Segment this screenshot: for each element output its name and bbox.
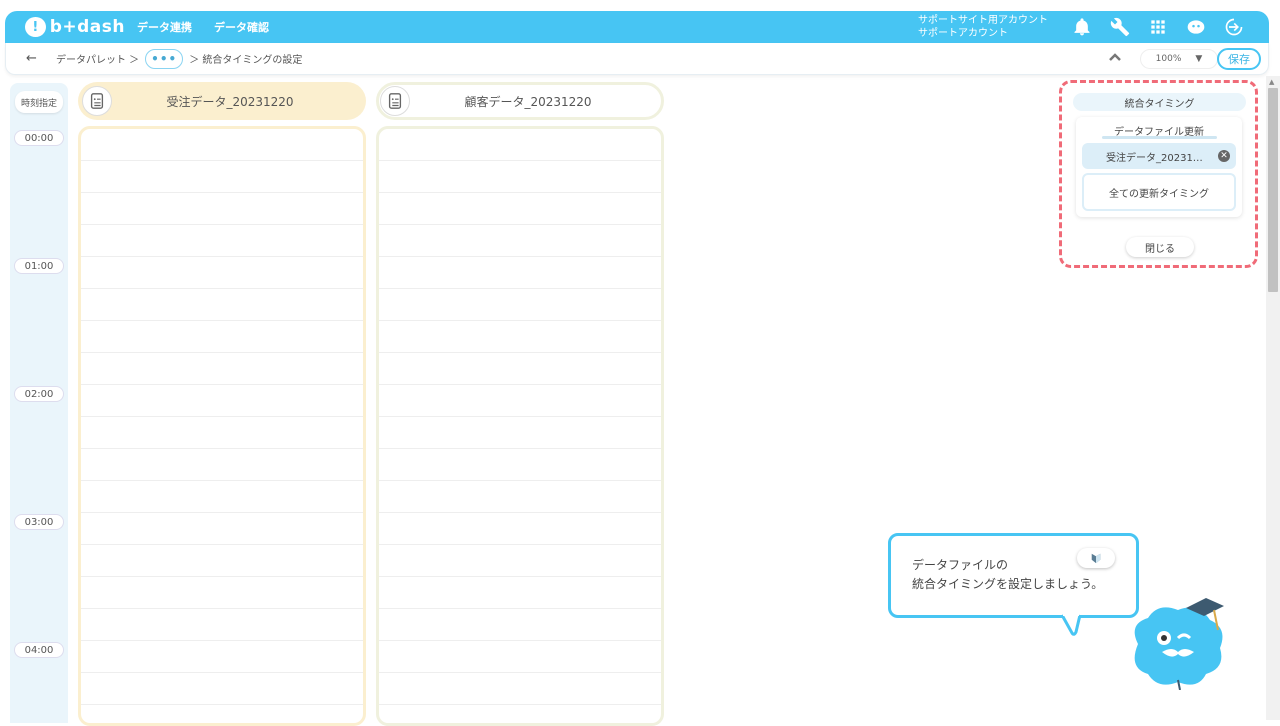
grid-icon[interactable] [1146,15,1170,39]
column-header-orders[interactable]: 受注データ_20231220 [78,82,366,120]
selected-file-label: 受注データ_20231… [1106,152,1203,164]
back-arrow-icon[interactable]: ← [26,51,50,66]
collapse-chevron-icon[interactable] [1106,49,1124,67]
panel-title: 統合タイミング [1073,93,1246,111]
chevron-down-icon: ▼ [1195,54,1203,64]
time-tick: 01:00 [14,258,64,274]
time-tick: 00:00 [14,130,64,146]
guide-tooltip: データファイルの 統合タイミングを設定しましょう。 [888,533,1139,618]
nav-data-check[interactable]: データ確認 [214,19,269,35]
time-axis-column: 時刻指定 00:00 01:00 02:00 03:00 04:00 [10,83,68,723]
time-specify-button[interactable]: 時刻指定 [15,91,63,113]
beginner-mark-button[interactable] [1077,548,1115,568]
column-body-orders[interactable] [78,126,366,726]
scroll-thumb[interactable] [1268,88,1278,292]
account-name: サポートアカウント [918,28,1008,39]
zoom-value: 100% [1155,54,1182,64]
logo-bubble-icon: ! [25,17,46,37]
top-navigation-bar: ! b+dash データ連携 データ確認 サポートサイト用アカウント サポートア… [5,11,1269,43]
column-header-customers[interactable]: 顧客データ_20231220 [376,82,664,120]
bdash-logo[interactable]: ! b+dash [25,15,125,39]
column-body-customers[interactable] [376,126,664,726]
time-tick: 04:00 [14,642,64,658]
remove-tag-icon[interactable]: ✕ [1218,150,1230,162]
wrench-icon[interactable] [1108,15,1132,39]
selected-file-tag[interactable]: 受注データ_20231… ✕ [1082,143,1236,169]
tooltip-line2: 統合タイミングを設定しましょう。 [912,577,1104,591]
column-title: 顧客データ_20231220 [464,94,592,109]
account-site: サポートサイト用アカウント [918,15,1048,26]
breadcrumb-current: ＞ 統合タイミングの設定 [189,55,303,66]
document-icon [380,86,410,116]
beginner-mark-icon [1091,553,1101,564]
breadcrumb-more-button[interactable]: ••• [145,48,184,69]
time-tick: 02:00 [14,386,64,402]
close-button[interactable]: 閉じる [1126,237,1194,257]
vertical-scrollbar[interactable]: ▲ [1266,76,1280,720]
scroll-up-icon[interactable]: ▲ [1269,78,1274,86]
nav-data-integration[interactable]: データ連携 [137,19,192,35]
breadcrumb-bar: ← データパレット ＞ ••• ＞ 統合タイミングの設定 100% ▼ 保存 [5,43,1269,75]
mascot-character [1134,598,1224,690]
integration-timing-panel: 統合タイミング データファイル更新 受注データ_20231… ✕ 全ての更新タイ… [1059,80,1258,268]
breadcrumb-root[interactable]: データパレット ＞ [56,51,139,66]
account-menu[interactable]: サポートサイト用アカウント サポートアカウント [918,14,1048,40]
bell-icon[interactable] [1070,15,1094,39]
all-update-timing-option[interactable]: 全ての更新タイミング [1082,173,1236,211]
data-file-update-box: データファイル更新 受注データ_20231… ✕ 全ての更新タイミング [1076,117,1242,217]
time-tick: 03:00 [14,514,64,530]
document-icon [82,86,112,116]
logout-icon[interactable] [1222,15,1246,39]
panel-subtitle: データファイル更新 [1114,127,1204,138]
tooltip-tail [1060,612,1082,636]
save-button[interactable]: 保存 [1217,48,1261,70]
zoom-select[interactable]: 100% ▼ [1140,49,1218,69]
column-title: 受注データ_20231220 [166,94,294,109]
logo-text: b+dash [49,17,125,37]
profile-icon[interactable] [1184,15,1208,39]
